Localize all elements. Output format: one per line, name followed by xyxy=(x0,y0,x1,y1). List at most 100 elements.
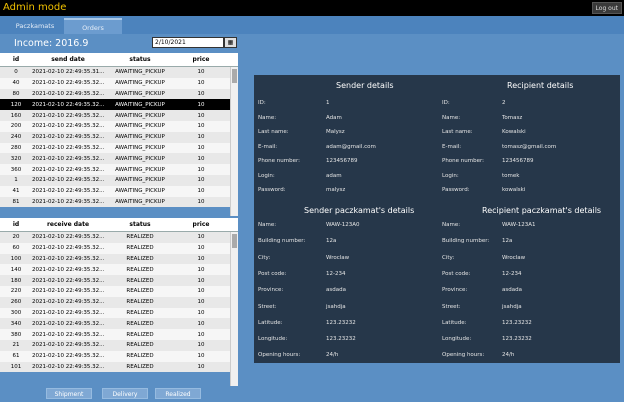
table-row[interactable]: 340 2021-02-10 22:49:35.32... REALIZED 10 xyxy=(0,318,238,330)
column-header-id[interactable]: id xyxy=(0,221,32,228)
cell-date: 2021-02-10 22:49:35.32... xyxy=(32,198,104,205)
sender-field-label: Province: xyxy=(258,287,284,294)
table-row[interactable]: 180 2021-02-10 22:49:35.32... REALIZED 10 xyxy=(0,275,238,286)
table-row[interactable]: 200 2021-02-10 22:49:35.32... AWAITING_PIC… xyxy=(0,120,238,132)
table-row[interactable]: 40 2021-02-10 22:49:35.32... AWAITING_PICK… xyxy=(0,77,238,89)
scrollbar[interactable] xyxy=(230,232,238,386)
cell-status: AWAITING_PICKUP xyxy=(115,69,165,76)
cell-id: 220 xyxy=(10,288,22,295)
tab-orders[interactable]: Orders xyxy=(64,18,122,34)
cell-status: AWAITING_PICKUP xyxy=(115,80,165,87)
recipient-field-label: Opening hours: xyxy=(442,352,485,359)
column-header-send-date[interactable]: send date xyxy=(32,56,104,63)
table-row[interactable]: 60 2021-02-10 22:49:35.32... REALIZED 10 xyxy=(0,242,238,254)
cell-price: 10 xyxy=(197,188,205,195)
recipient-field-label: Password: xyxy=(442,187,470,193)
table-row[interactable]: 280 2021-02-10 22:49:35.32... AWAITING_PIC… xyxy=(0,142,238,154)
cell-date: 2021-02-10 22:49:35.32... xyxy=(32,277,104,284)
table-row[interactable]: 220 2021-02-10 22:49:35.32... REALIZED 10 xyxy=(0,285,238,297)
table-row[interactable]: 41 2021-02-10 22:49:35.32... AWAITING_PICK… xyxy=(0,185,238,197)
table-row[interactable]: 240 2021-02-10 22:49:35.32... AWAITING_PIC… xyxy=(0,131,238,143)
table-row[interactable]: 360 2021-02-10 22:49:35.32... AWAITING_PIC… xyxy=(0,164,238,175)
realized-button[interactable]: Realized xyxy=(155,388,201,399)
sender-field-label: ID: xyxy=(258,100,266,106)
table-row[interactable]: 140 2021-02-10 22:49:35.32... REALIZED 10 xyxy=(0,264,238,276)
cell-status: REALIZED xyxy=(126,353,154,360)
sender-field-value: adam@gmail.com xyxy=(326,143,376,150)
recipient-field-label: Last name: xyxy=(442,129,473,135)
scrollbar-thumb[interactable] xyxy=(232,234,237,248)
scrollbar-thumb[interactable] xyxy=(232,69,237,83)
table-row[interactable]: 20 2021-02-10 22:49:35.32... REALIZED 10 xyxy=(0,232,238,243)
cell-id: 300 xyxy=(10,309,22,316)
table-row[interactable]: 21 2021-02-10 22:49:35.32... REALIZED 10 xyxy=(0,339,238,351)
cell-status: AWAITING_PICKUP xyxy=(115,188,165,195)
tab-paczkamats[interactable]: Paczkamats xyxy=(6,18,64,34)
scrollbar[interactable] xyxy=(230,67,238,216)
column-header-status[interactable]: status xyxy=(104,221,176,228)
table-row[interactable]: 101 2021-02-10 22:49:35.32... REALIZED 10 xyxy=(0,361,238,373)
sender-field-value: 24/h xyxy=(326,352,339,359)
table-row[interactable]: 160 2021-02-10 22:49:35.32... AWAITING_PIC… xyxy=(0,110,238,121)
shipments-table: id send date status price 0 2021-02-10 22… xyxy=(0,53,238,216)
table-row[interactable]: 320 2021-02-10 22:49:35.32... AWAITING_PIC… xyxy=(0,153,238,165)
table-body: 0 2021-02-10 22:49:35.31... AWAITING_PICKU… xyxy=(0,67,238,208)
cell-id: 20 xyxy=(12,234,20,241)
column-header-status[interactable]: status xyxy=(104,56,176,63)
table-row[interactable]: 300 2021-02-10 22:49:35.32... REALIZED 10 xyxy=(0,307,238,319)
cell-price: 10 xyxy=(197,331,205,338)
cell-date: 2021-02-10 22:49:35.32... xyxy=(32,144,104,151)
sender-field-value: Malysz xyxy=(326,129,345,135)
recipient-field-label: Post code: xyxy=(442,270,471,277)
cell-status: REALIZED xyxy=(126,342,154,349)
column-header-receive-date[interactable]: receive date xyxy=(32,221,104,228)
cell-date: 2021-02-10 22:49:35.32... xyxy=(32,353,104,360)
recipient-field-value: 123.23232 xyxy=(502,336,532,343)
cell-status: AWAITING_PICKUP xyxy=(115,144,165,151)
table-row[interactable]: 120 2021-02-10 22:49:35.32... AWAITING_PIC… xyxy=(0,99,238,111)
table-row[interactable]: 0 2021-02-10 22:49:35.31... AWAITING_PICKU… xyxy=(0,67,238,78)
cell-date: 2021-02-10 22:49:35.32... xyxy=(32,288,104,295)
cell-id: 40 xyxy=(12,80,20,87)
cell-price: 10 xyxy=(197,353,205,360)
cell-date: 2021-02-10 22:49:35.32... xyxy=(32,112,104,119)
table-row[interactable]: 100 2021-02-10 22:49:35.32... REALIZED 10 xyxy=(0,253,238,265)
cell-id: 260 xyxy=(10,299,22,306)
date-picker-input[interactable]: 2/10/2021 xyxy=(152,37,224,48)
cell-date: 2021-02-10 22:49:35.32... xyxy=(32,342,104,349)
title-bar: Admin mode Log out xyxy=(0,0,624,16)
cell-id: 0 xyxy=(14,69,18,76)
sender-field-label: Longitude: xyxy=(258,336,288,343)
cell-id: 340 xyxy=(10,320,22,327)
cell-price: 10 xyxy=(197,198,205,205)
cell-id: 200 xyxy=(10,123,22,130)
recipient-field-value: 12-234 xyxy=(502,270,522,277)
table-row[interactable]: 1 2021-02-10 22:49:35.32... AWAITING_PICKU… xyxy=(0,174,238,186)
calendar-icon[interactable]: ▦ xyxy=(224,37,237,48)
sender-details-title: Sender details xyxy=(336,81,394,90)
recipient-field-label: Building number: xyxy=(442,238,490,245)
column-header-price[interactable]: price xyxy=(176,56,226,63)
delivery-button[interactable]: Delivery xyxy=(102,388,148,399)
cell-price: 10 xyxy=(197,342,205,349)
table-row[interactable]: 380 2021-02-10 22:49:35.32... REALIZED 10 xyxy=(0,329,238,340)
column-header-id[interactable]: id xyxy=(0,56,32,63)
recipient-field-value: 123.23232 xyxy=(502,319,532,326)
cell-status: REALIZED xyxy=(126,234,154,241)
shipment-button[interactable]: Shipment xyxy=(46,388,92,399)
table-row[interactable]: 61 2021-02-10 22:49:35.32... REALIZED 10 xyxy=(0,350,238,362)
cell-id: 21 xyxy=(12,342,20,349)
table-row[interactable]: 80 2021-02-10 22:49:35.32... AWAITING_PICK… xyxy=(0,88,238,100)
sender-field-value: malysz xyxy=(326,187,346,193)
order-details-panel: Sender details Recipient details ID: 1 ID:… xyxy=(254,75,620,363)
sender-field-value: 1 xyxy=(326,100,330,106)
sender-field-label: Password: xyxy=(258,187,286,193)
cell-date: 2021-02-10 22:49:35.32... xyxy=(32,155,104,162)
cell-price: 10 xyxy=(197,299,205,306)
column-header-price[interactable]: price xyxy=(176,221,226,228)
table-row[interactable]: 81 2021-02-10 22:49:35.32... AWAITING_PICK… xyxy=(0,196,238,208)
table-row[interactable]: 260 2021-02-10 22:49:35.32... REALIZED 10 xyxy=(0,296,238,308)
cell-id: 180 xyxy=(10,277,22,284)
cell-price: 10 xyxy=(197,177,205,184)
logout-button[interactable]: Log out xyxy=(591,2,622,14)
